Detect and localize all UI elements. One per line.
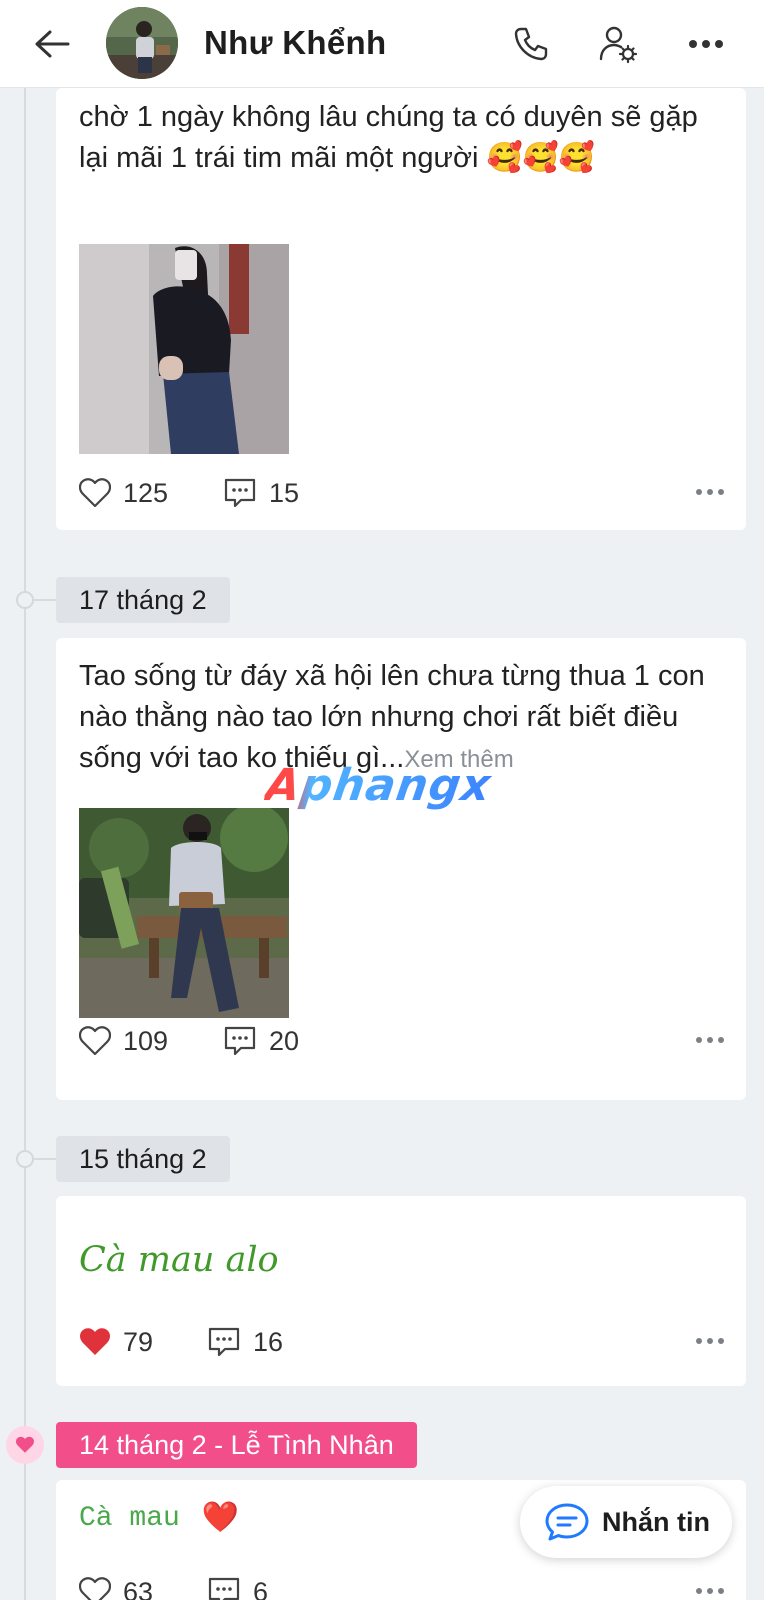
heart-filled-icon bbox=[80, 1328, 110, 1355]
message-button[interactable]: Nhắn tin bbox=[520, 1486, 732, 1558]
more-options-icon[interactable] bbox=[686, 24, 726, 64]
profile-settings-icon[interactable] bbox=[598, 24, 638, 64]
like-count: 125 bbox=[123, 477, 169, 508]
like-button[interactable]: 109 bbox=[79, 1023, 168, 1059]
more-options-icon[interactable] bbox=[696, 1338, 724, 1344]
comment-button[interactable]: 15 bbox=[223, 475, 299, 511]
watermark-logo: Aphangx bbox=[262, 760, 495, 811]
comment-icon bbox=[208, 1327, 240, 1357]
post-actions: 79 16 bbox=[79, 1324, 724, 1360]
post-photo[interactable] bbox=[79, 808, 289, 1018]
post-text: Cà mau alo bbox=[79, 1240, 279, 1280]
post-text: chờ 1 ngày không lâu chúng ta có duyên s… bbox=[79, 101, 698, 174]
post-card[interactable]: chờ 1 ngày không lâu chúng ta có duyên s… bbox=[56, 88, 746, 530]
like-count: 109 bbox=[123, 1025, 169, 1056]
date-label: 15 tháng 2 bbox=[56, 1136, 230, 1182]
like-count: 63 bbox=[123, 1576, 154, 1600]
comment-icon bbox=[224, 478, 256, 508]
comment-count: 16 bbox=[253, 1326, 284, 1357]
post-actions: 63 6 bbox=[79, 1574, 724, 1600]
comment-count: 20 bbox=[269, 1025, 300, 1056]
post-card[interactable]: Tao sống từ đáy xã hội lên chưa từng thu… bbox=[56, 638, 746, 1100]
post-actions: 109 20 bbox=[79, 1023, 724, 1059]
valentine-heart-icon bbox=[6, 1426, 44, 1464]
heart-emoji: ❤️ bbox=[201, 1503, 240, 1537]
timeline-connector bbox=[34, 1158, 56, 1160]
post-body: Cà mau bbox=[79, 1503, 180, 1534]
app-header: Như Khểnh bbox=[0, 0, 764, 88]
post-text: Cà mau ❤️ bbox=[79, 1500, 239, 1537]
like-button[interactable]: 63 bbox=[79, 1574, 153, 1600]
like-button[interactable]: 125 bbox=[79, 475, 168, 511]
timeline-connector bbox=[34, 599, 56, 601]
timeline-dot bbox=[16, 591, 34, 609]
chat-bubble-icon bbox=[545, 1503, 589, 1541]
more-options-icon[interactable] bbox=[696, 1588, 724, 1594]
comment-icon bbox=[208, 1577, 240, 1600]
post-actions: 125 15 bbox=[79, 475, 724, 511]
more-options-icon[interactable] bbox=[696, 1037, 724, 1043]
post-body: Tao sống từ đáy xã hội lên chưa từng thu… bbox=[79, 660, 705, 774]
date-label: 14 tháng 2 - Lễ Tình Nhân bbox=[56, 1422, 417, 1468]
timeline-dot bbox=[16, 1150, 34, 1168]
message-button-label: Nhắn tin bbox=[602, 1506, 710, 1537]
heart-outline-icon bbox=[79, 1026, 111, 1056]
comment-count: 15 bbox=[269, 477, 300, 508]
like-button[interactable]: 79 bbox=[79, 1324, 153, 1360]
timeline-line bbox=[24, 88, 26, 1600]
comment-button[interactable]: 20 bbox=[223, 1023, 299, 1059]
comment-button[interactable]: 6 bbox=[207, 1574, 268, 1600]
comment-icon bbox=[224, 1026, 256, 1056]
avatar[interactable] bbox=[106, 7, 178, 79]
post-card[interactable]: Cà mau alo 79 16 bbox=[56, 1196, 746, 1386]
post-photo[interactable] bbox=[79, 244, 289, 454]
like-count: 79 bbox=[123, 1326, 154, 1357]
date-label: 17 tháng 2 bbox=[56, 577, 230, 623]
heart-outline-icon bbox=[79, 478, 111, 508]
comment-count: 6 bbox=[253, 1576, 269, 1600]
more-options-icon[interactable] bbox=[696, 489, 724, 495]
heart-outline-icon bbox=[79, 1577, 111, 1600]
back-arrow-icon[interactable] bbox=[30, 24, 74, 64]
phone-icon[interactable] bbox=[511, 24, 551, 64]
comment-button[interactable]: 16 bbox=[207, 1324, 283, 1360]
page-title: Như Khểnh bbox=[204, 24, 387, 61]
